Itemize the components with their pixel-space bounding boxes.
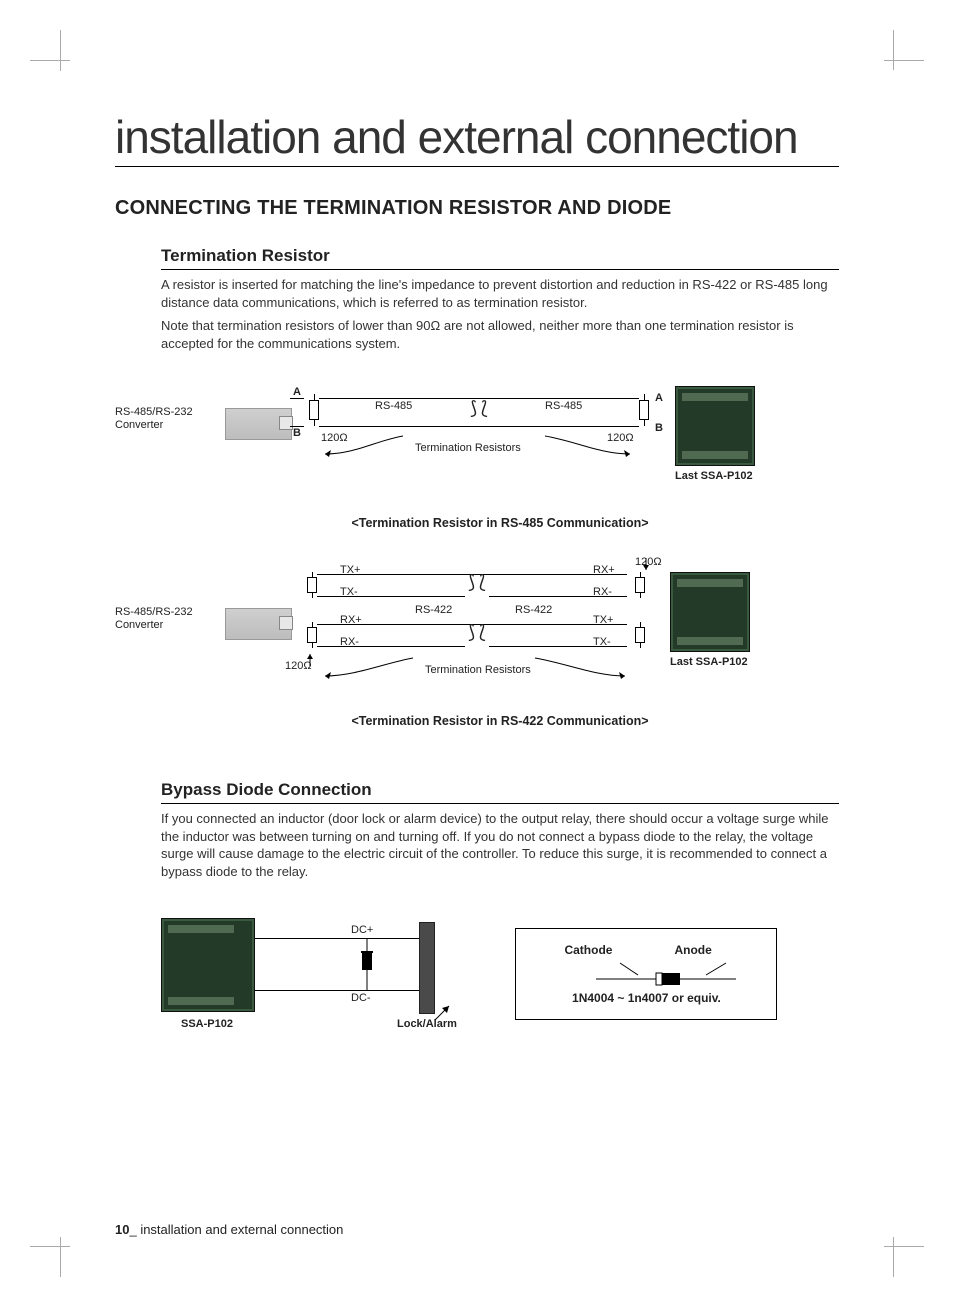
diagram-caption: <Termination Resistor in RS-422 Communic… bbox=[161, 714, 839, 728]
resistor-icon bbox=[635, 572, 645, 598]
bus-label: RS-485 bbox=[375, 400, 412, 412]
paragraph: A resistor is inserted for matching the … bbox=[161, 276, 839, 311]
page-footer: 10_ installation and external connection bbox=[115, 1222, 343, 1237]
device-label: Last SSA-P102 bbox=[670, 656, 748, 668]
pin-label: TX- bbox=[593, 636, 611, 648]
device-label: Last SSA-P102 bbox=[675, 470, 753, 482]
pin-label: RX- bbox=[340, 636, 359, 648]
dc-plus-label: DC+ bbox=[351, 924, 373, 936]
termination-resistor-left bbox=[309, 394, 319, 426]
mid-caption: Termination Resistors bbox=[425, 664, 531, 676]
chapter-title: installation and external connection bbox=[115, 110, 839, 167]
pin-a-label: A bbox=[655, 392, 663, 404]
manual-page: installation and external connection CON… bbox=[0, 0, 954, 1307]
dc-minus-label: DC- bbox=[351, 992, 371, 1004]
pin-label: RX- bbox=[593, 586, 612, 598]
converter-label: RS-485/RS-232 Converter bbox=[115, 406, 215, 432]
diode-spec-box: Cathode Anode 1N4004 ~ 1n4007 or equiv. bbox=[515, 928, 777, 1020]
resistor-icon bbox=[635, 622, 645, 648]
pin-label: TX- bbox=[340, 586, 358, 598]
pin-a-label: A bbox=[290, 386, 304, 399]
lock-alarm-icon bbox=[419, 922, 435, 1014]
mid-caption: Termination Resistors bbox=[415, 442, 521, 454]
termination-resistor-right bbox=[639, 394, 649, 426]
pcb-icon bbox=[675, 386, 755, 466]
subsection-termination: Termination Resistor bbox=[161, 246, 839, 270]
pin-b-label: B bbox=[655, 422, 663, 434]
pcb-icon bbox=[161, 918, 255, 1012]
resistor-icon bbox=[307, 622, 317, 648]
pin-label: RX+ bbox=[593, 564, 615, 576]
converter-icon bbox=[225, 408, 292, 440]
anode-label: Anode bbox=[674, 943, 711, 957]
pin-b-label: B bbox=[290, 426, 304, 439]
resistor-icon bbox=[307, 572, 317, 598]
footer-sep: _ bbox=[129, 1222, 136, 1237]
device-label: SSA-P102 bbox=[181, 1018, 233, 1030]
subsection-bypass: Bypass Diode Connection bbox=[161, 780, 839, 804]
paragraph: Note that termination resistors of lower… bbox=[161, 317, 839, 352]
cathode-label: Cathode bbox=[564, 943, 612, 957]
diode-icon bbox=[359, 938, 375, 990]
rs422-diagram: RS-485/RS-232 Converter 120Ω TX+ TX- RX+… bbox=[115, 554, 839, 704]
pin-label: TX+ bbox=[593, 614, 613, 626]
part-number-label: 1N4004 ~ 1n4007 or equiv. bbox=[516, 991, 776, 1005]
ohm-label: 120Ω bbox=[607, 432, 634, 444]
converter-icon bbox=[225, 608, 292, 640]
bus-label: RS-485 bbox=[545, 400, 582, 412]
pcb-icon bbox=[670, 572, 750, 652]
pin-label: RX+ bbox=[340, 614, 362, 626]
bypass-wiring-diagram: SSA-P102 DC+ DC- Lock/Alarm bbox=[161, 908, 481, 1048]
bus-label: RS-422 bbox=[515, 604, 552, 616]
section-heading: CONNECTING THE TERMINATION RESISTOR AND … bbox=[115, 197, 839, 220]
paragraph: If you connected an inductor (door lock … bbox=[161, 810, 839, 880]
page-number: 10 bbox=[115, 1222, 129, 1237]
rs485-diagram: RS-485/RS-232 Converter A B 120Ω RS-485 … bbox=[115, 376, 839, 506]
pin-label: TX+ bbox=[340, 564, 360, 576]
diode-symbol-icon bbox=[556, 959, 736, 987]
footer-text: installation and external connection bbox=[137, 1222, 344, 1237]
bus-label: RS-422 bbox=[415, 604, 452, 616]
diagram-caption: <Termination Resistor in RS-485 Communic… bbox=[161, 516, 839, 530]
converter-label: RS-485/RS-232 Converter bbox=[115, 606, 215, 632]
